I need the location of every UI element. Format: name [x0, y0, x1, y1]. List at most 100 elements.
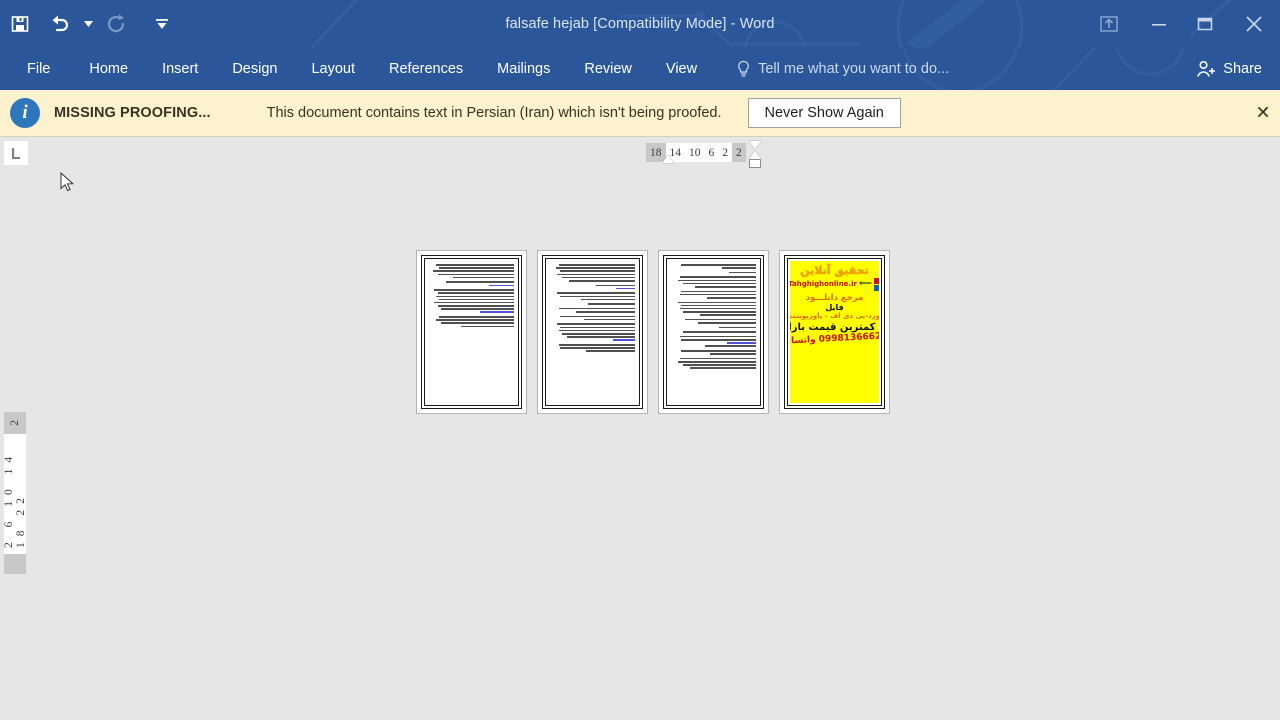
ribbon-tab-bar: File Home Insert Design Layout Reference… [0, 48, 1280, 90]
ad-url-text: Tahghighonline.ir [790, 280, 857, 289]
save-button[interactable] [0, 5, 40, 43]
tell-me-search[interactable]: Tell me what you want to do... [736, 60, 949, 78]
paragraph [671, 290, 756, 299]
arrow-pointer-icon [60, 171, 75, 192]
paragraph [671, 331, 756, 333]
paragraph [671, 276, 756, 288]
page-border-outer [421, 255, 522, 409]
share-label: Share [1223, 61, 1262, 77]
ruler-page-area: 14 10 6 2 [665, 143, 732, 162]
notification-message: This document contains text in Persian (… [266, 105, 722, 121]
tab-view[interactable]: View [649, 48, 714, 90]
paragraph [550, 303, 635, 305]
tab-file[interactable]: File [0, 48, 72, 90]
tab-insert[interactable]: Insert [145, 48, 215, 90]
paragraph [550, 307, 635, 313]
first-line-indent-marker[interactable] [749, 141, 761, 149]
lightbulb-icon [738, 60, 749, 77]
ruler-tick-2b: 2 [736, 146, 742, 159]
ad-app-tiles [873, 277, 879, 291]
page-border-outer: تحقیق آنلاین ⟸ Tahghighonline.ir مرجع دا… [784, 255, 885, 409]
customize-quick-access-toolbar-button[interactable] [136, 5, 188, 43]
ruler-tick-6: 6 [708, 146, 715, 159]
proofing-notification-bar: i MISSING PROOFING... This document cont… [0, 90, 1280, 137]
ad-logo-text: تحقیق آنلاین [800, 264, 869, 277]
restore-button[interactable] [1182, 0, 1228, 48]
page-content-4: تحقیق آنلاین ⟸ Tahghighonline.ir مرجع دا… [787, 258, 882, 406]
close-icon [1246, 16, 1262, 32]
tab-review[interactable]: Review [567, 48, 649, 90]
tab-layout[interactable]: Layout [294, 48, 372, 90]
minimize-button[interactable] [1136, 0, 1182, 48]
title-bar: falsafe hejab [Compatibility Mode] - Wor… [0, 0, 1280, 48]
page-thumbnails: تحقیق آنلاین ⟸ Tahghighonline.ir مرجع دا… [416, 250, 890, 414]
page-thumbnail-3[interactable] [658, 250, 769, 414]
tab-mailings[interactable]: Mailings [480, 48, 567, 90]
page-content-3 [666, 258, 761, 406]
ruler-tick-2a: 2 [722, 146, 728, 159]
paragraph [429, 316, 514, 328]
paragraph [671, 326, 756, 329]
vruler-tick-top: 2 [9, 420, 21, 426]
notification-title: MISSING PROOFING... [54, 105, 211, 121]
paragraph [550, 343, 635, 352]
paragraph [429, 281, 514, 287]
paragraph [671, 264, 756, 269]
horizontal-ruler[interactable]: 18 14 10 6 2 2 [646, 143, 746, 162]
paragraph [550, 292, 635, 301]
ad-line-1: مرجع دانلـــود [805, 292, 864, 303]
tab-home[interactable]: Home [72, 48, 145, 90]
quick-access-toolbar [0, 0, 188, 48]
ribbon-display-options-button[interactable] [1082, 0, 1136, 48]
paragraph [429, 264, 514, 279]
vertical-ruler[interactable]: 2 2 6 10 14 18 22 [3, 412, 27, 574]
info-icon: i [10, 98, 40, 128]
undo-icon [52, 15, 69, 32]
ad-url-row: ⟸ Tahghighonline.ir [790, 277, 879, 291]
mouse-cursor [60, 171, 76, 199]
share-person-icon [1197, 60, 1216, 77]
paragraph [550, 315, 635, 321]
chevron-down-icon [83, 21, 93, 27]
page-thumbnail-2[interactable] [537, 250, 648, 414]
ad-line-2: فایل [825, 302, 844, 312]
ad-line-3: ورد-پی دی اف - پاورپوینت [790, 311, 879, 320]
page-content-1 [424, 258, 519, 406]
paragraph [671, 301, 756, 316]
ribbon-tabs: File Home Insert Design Layout Reference… [0, 48, 714, 90]
ribbon-display-options-icon [1100, 16, 1118, 32]
paragraph [550, 284, 635, 290]
page-border-outer [542, 255, 643, 409]
vruler-top-margin: 2 [4, 412, 26, 434]
paragraph [671, 349, 756, 355]
ad-line-4: با کمترین قیمت بازار [790, 321, 879, 333]
undo-dropdown-arrow[interactable] [80, 5, 96, 43]
ruler-margin-right: 2 [732, 143, 746, 162]
paragraph [671, 335, 756, 347]
share-button[interactable]: Share [1188, 48, 1270, 90]
paragraph [671, 357, 756, 369]
tab-references[interactable]: References [372, 48, 480, 90]
right-indent-marker[interactable] [749, 159, 761, 168]
left-indent-marker[interactable] [662, 155, 674, 163]
vruler-page-area: 2 6 10 14 18 22 [3, 434, 27, 554]
redo-icon [107, 14, 125, 33]
advertisement-block: تحقیق آنلاین ⟸ Tahghighonline.ir مرجع دا… [790, 261, 879, 403]
page-content-2 [545, 258, 640, 406]
tell-me-placeholder: Tell me what you want to do... [758, 61, 950, 77]
notification-close-button[interactable]: ✕ [1252, 103, 1274, 124]
hanging-indent-marker[interactable] [749, 151, 761, 159]
vruler-bottom-margin [4, 554, 26, 574]
save-icon [11, 16, 29, 32]
redo-button[interactable] [96, 5, 136, 43]
vruler-ticks: 2 6 10 14 18 22 [3, 450, 27, 548]
undo-button[interactable] [40, 5, 80, 43]
page-thumbnail-1[interactable] [416, 250, 527, 414]
tab-stop-selector[interactable] [4, 141, 28, 165]
never-show-again-button[interactable]: Never Show Again [747, 98, 901, 128]
tab-design[interactable]: Design [215, 48, 294, 90]
close-button[interactable] [1228, 0, 1280, 48]
page-thumbnail-4[interactable]: تحقیق آنلاین ⟸ Tahghighonline.ir مرجع دا… [779, 250, 890, 414]
restore-icon [1197, 17, 1213, 31]
ruler-row: 18 14 10 6 2 2 [0, 137, 1280, 169]
